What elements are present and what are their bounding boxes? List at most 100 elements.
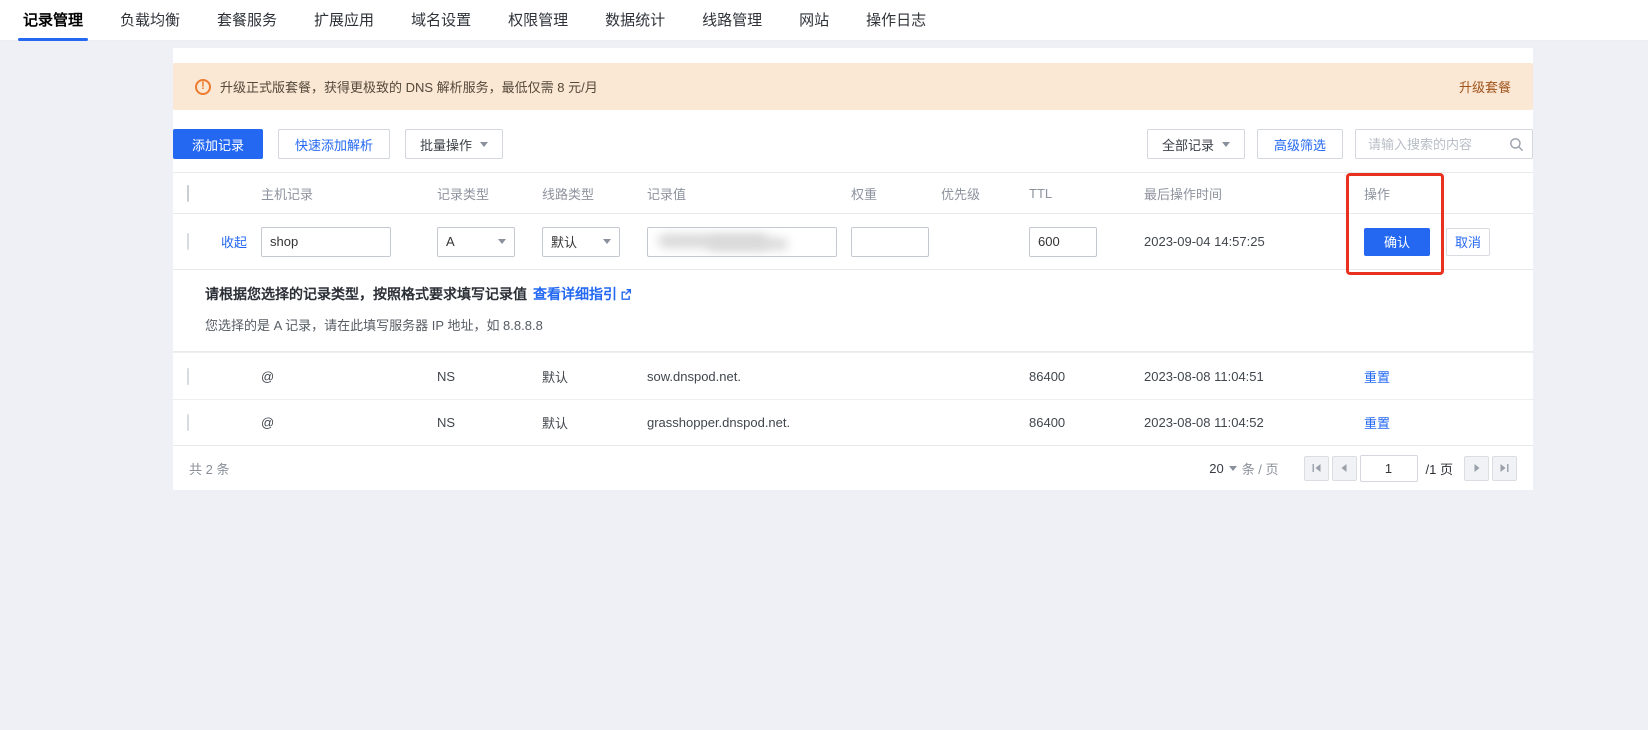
- reset-link[interactable]: 重置: [1364, 416, 1390, 431]
- banner-message: 升级正式版套餐，获得更极致的 DNS 解析服务，最低仅需 8 元/月: [220, 77, 1459, 96]
- ttl-input[interactable]: [1029, 227, 1097, 257]
- header-host: 主机记录: [253, 184, 429, 203]
- row-checkbox[interactable]: [187, 414, 189, 431]
- help-title-text: 请根据您选择的记录类型，按照格式要求填写记录值: [205, 286, 527, 302]
- cell-value: sow.dnspod.net.: [639, 369, 843, 384]
- tab-label: 域名设置: [411, 12, 471, 29]
- first-page-button[interactable]: [1304, 456, 1329, 481]
- upgrade-banner: ! 升级正式版套餐，获得更极致的 DNS 解析服务，最低仅需 8 元/月 升级套…: [173, 63, 1533, 110]
- chevron-down-icon: [1222, 142, 1230, 147]
- total-pages-label: /1 页: [1426, 459, 1453, 478]
- record-filter-dropdown[interactable]: 全部记录: [1147, 129, 1245, 159]
- tab-label: 操作日志: [866, 12, 926, 29]
- record-type-select[interactable]: A: [437, 227, 515, 257]
- batch-operation-dropdown[interactable]: 批量操作: [405, 129, 503, 159]
- line-type-select[interactable]: 默认: [542, 227, 620, 257]
- collapse-link[interactable]: 收起: [221, 235, 247, 250]
- record-row: @ NS 默认 grasshopper.dnspod.net. 86400 20…: [173, 399, 1533, 446]
- edit-row: 收起 A 默认: [173, 214, 1533, 269]
- advanced-filter-button[interactable]: 高级筛选: [1257, 129, 1343, 159]
- reset-link[interactable]: 重置: [1364, 370, 1390, 385]
- page-size-unit: 条 / 页: [1242, 459, 1279, 478]
- cell-host: @: [253, 415, 429, 430]
- tab-label: 记录管理: [23, 12, 83, 29]
- tab-label: 权限管理: [508, 12, 568, 29]
- page-number-input[interactable]: [1360, 455, 1418, 482]
- cell-line: 默认: [534, 367, 639, 386]
- page-size-value: 20: [1209, 461, 1223, 476]
- tab-item[interactable]: 域名设置: [406, 0, 476, 41]
- content-card: ! 升级正式版套餐，获得更极致的 DNS 解析服务，最低仅需 8 元/月 升级套…: [173, 48, 1533, 490]
- toolbar-right: 全部记录 高级筛选: [1147, 129, 1533, 159]
- batch-operation-label: 批量操作: [420, 135, 472, 154]
- upgrade-plan-link[interactable]: 升级套餐: [1459, 77, 1511, 96]
- tab-item[interactable]: 线路管理: [697, 0, 767, 41]
- prev-page-icon: [1339, 463, 1349, 473]
- total-count-label: 共 2 条: [189, 459, 229, 478]
- table-header-row: 主机记录 记录类型 线路类型 记录值 权重 优先级 TTL 最后操作时间 操作: [173, 172, 1533, 214]
- cell-last-op-time: 2023-08-08 11:04:52: [1136, 415, 1356, 430]
- tab-item[interactable]: 权限管理: [503, 0, 573, 41]
- host-record-input[interactable]: [261, 227, 391, 257]
- tab-label: 数据统计: [605, 12, 665, 29]
- tab-item[interactable]: 扩展应用: [309, 0, 379, 41]
- row-checkbox[interactable]: [187, 368, 189, 385]
- tab-label: 扩展应用: [314, 12, 374, 29]
- next-page-button[interactable]: [1464, 456, 1489, 481]
- cell-value: grasshopper.dnspod.net.: [639, 415, 843, 430]
- tab-label: 线路管理: [702, 12, 762, 29]
- header-last-op-time: 最后操作时间: [1136, 184, 1356, 203]
- last-page-button[interactable]: [1492, 456, 1517, 481]
- header-operation: 操作: [1356, 184, 1533, 203]
- chevron-down-icon: [603, 239, 611, 244]
- record-filter-label: 全部记录: [1162, 135, 1214, 154]
- header-line: 线路类型: [534, 184, 639, 203]
- add-record-button[interactable]: 添加记录: [173, 129, 263, 159]
- cell-type: NS: [429, 415, 534, 430]
- edit-row-time: 2023-09-04 14:57:25: [1136, 234, 1356, 249]
- cell-ttl: 86400: [1021, 415, 1136, 430]
- search-input[interactable]: [1366, 136, 1509, 153]
- tab-label: 网站: [799, 12, 829, 29]
- tab-label: 套餐服务: [217, 12, 277, 29]
- tab-item[interactable]: 负载均衡: [115, 0, 185, 41]
- record-value-input-blurred[interactable]: [647, 227, 837, 257]
- warning-circle-icon: !: [195, 79, 211, 95]
- tab-item[interactable]: 数据统计: [600, 0, 670, 41]
- toolbar-left: 添加记录 快速添加解析 批量操作: [173, 129, 503, 159]
- header-value: 记录值: [639, 184, 843, 203]
- weight-input[interactable]: [851, 227, 929, 257]
- line-type-value: 默认: [551, 232, 577, 251]
- records-table: 主机记录 记录类型 线路类型 记录值 权重 优先级 TTL 最后操作时间 操作 …: [173, 172, 1533, 490]
- cancel-button[interactable]: 取消: [1446, 228, 1490, 256]
- quick-add-button[interactable]: 快速添加解析: [278, 129, 390, 159]
- prev-page-button[interactable]: [1332, 456, 1357, 481]
- top-tab-bar: 记录管理 负载均衡 套餐服务 扩展应用 域名设置 权限管理 数据统计 线路管理 网站 操作日志: [0, 0, 1648, 41]
- next-page-icon: [1472, 463, 1482, 473]
- blurred-content: [708, 238, 788, 250]
- search-box: [1355, 129, 1533, 159]
- cell-ttl: 86400: [1021, 369, 1136, 384]
- header-weight: 权重: [843, 184, 933, 203]
- page-size-dropdown[interactable]: 20 条 / 页: [1209, 459, 1278, 478]
- tab-item[interactable]: 套餐服务: [212, 0, 282, 41]
- external-link-icon: [620, 288, 632, 300]
- chevron-down-icon: [498, 239, 506, 244]
- header-priority: 优先级: [933, 184, 1021, 203]
- tab-item[interactable]: 操作日志: [861, 0, 931, 41]
- chevron-down-icon: [1229, 466, 1237, 471]
- tab-item[interactable]: 网站: [794, 0, 834, 41]
- cell-last-op-time: 2023-08-08 11:04:51: [1136, 369, 1356, 384]
- help-guide-link[interactable]: 查看详细指引: [533, 286, 617, 302]
- search-icon: [1509, 137, 1524, 152]
- select-all-checkbox[interactable]: [187, 185, 189, 202]
- tab-item[interactable]: 记录管理: [18, 0, 88, 41]
- confirm-button[interactable]: 确认: [1364, 228, 1430, 256]
- chevron-down-icon: [480, 142, 488, 147]
- help-detail-text: 您选择的是 A 记录，请在此填写服务器 IP 地址，如 8.8.8.8: [205, 315, 1533, 334]
- toolbar: 添加记录 快速添加解析 批量操作 全部记录 高级筛选: [173, 129, 1533, 159]
- row-checkbox[interactable]: [187, 233, 189, 250]
- last-page-icon: [1499, 463, 1510, 473]
- cell-host: @: [253, 369, 429, 384]
- cell-type: NS: [429, 369, 534, 384]
